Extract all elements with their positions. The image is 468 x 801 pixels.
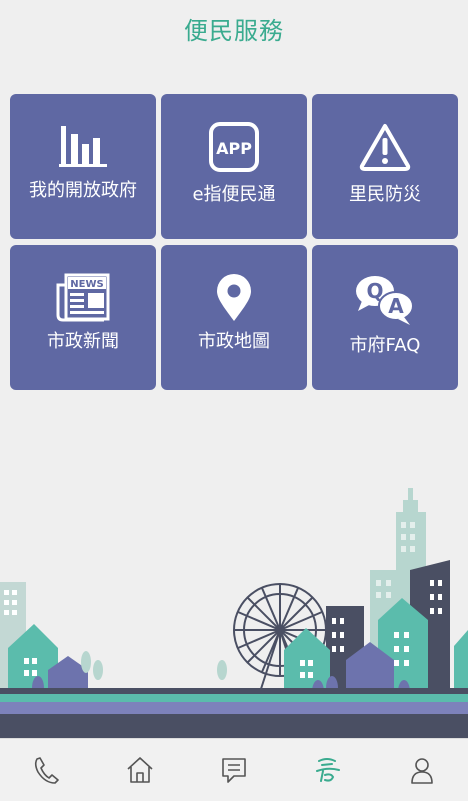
nav-phone[interactable] — [26, 753, 66, 787]
tile-faq[interactable]: Q A 市府FAQ — [312, 245, 458, 390]
bottom-nav — [0, 738, 468, 801]
newspaper-icon: NEWS — [10, 273, 156, 323]
nav-service[interactable] — [308, 753, 348, 787]
tile-disaster-prevention[interactable]: 里民防災 — [312, 94, 458, 239]
nav-messages[interactable] — [214, 753, 254, 787]
phone-icon — [34, 757, 59, 784]
user-icon — [411, 758, 433, 784]
news-icon-text: NEWS — [70, 279, 103, 290]
tile-label: e指便民通 — [192, 184, 276, 205]
tile-label: 市政地圖 — [198, 331, 270, 352]
service-icon — [316, 758, 340, 782]
page-title: 便民服務 — [184, 17, 284, 45]
message-icon — [222, 758, 246, 783]
home-icon — [127, 757, 153, 783]
qa-icon: Q A — [312, 273, 458, 325]
map-pin-icon — [161, 273, 307, 323]
app-icon-text: APP — [216, 139, 252, 158]
warning-icon — [312, 122, 458, 172]
tile-label: 市政新聞 — [47, 331, 119, 352]
tile-label: 里民防災 — [349, 184, 421, 205]
bar-chart-icon — [10, 122, 156, 172]
tile-city-news[interactable]: NEWS 市政新聞 — [10, 245, 156, 390]
qa-icon-a: A — [388, 294, 404, 318]
nav-home[interactable] — [120, 753, 160, 787]
tile-city-map[interactable]: 市政地圖 — [161, 245, 307, 390]
tile-label: 我的開放政府 — [29, 180, 137, 201]
app-icon: APP — [161, 122, 307, 172]
tile-e-service[interactable]: APP e指便民通 — [161, 94, 307, 239]
tile-label: 市府FAQ — [349, 335, 421, 356]
tile-open-government[interactable]: 我的開放政府 — [10, 94, 156, 239]
nav-user[interactable] — [402, 753, 442, 787]
city-skyline-illustration — [0, 470, 468, 738]
